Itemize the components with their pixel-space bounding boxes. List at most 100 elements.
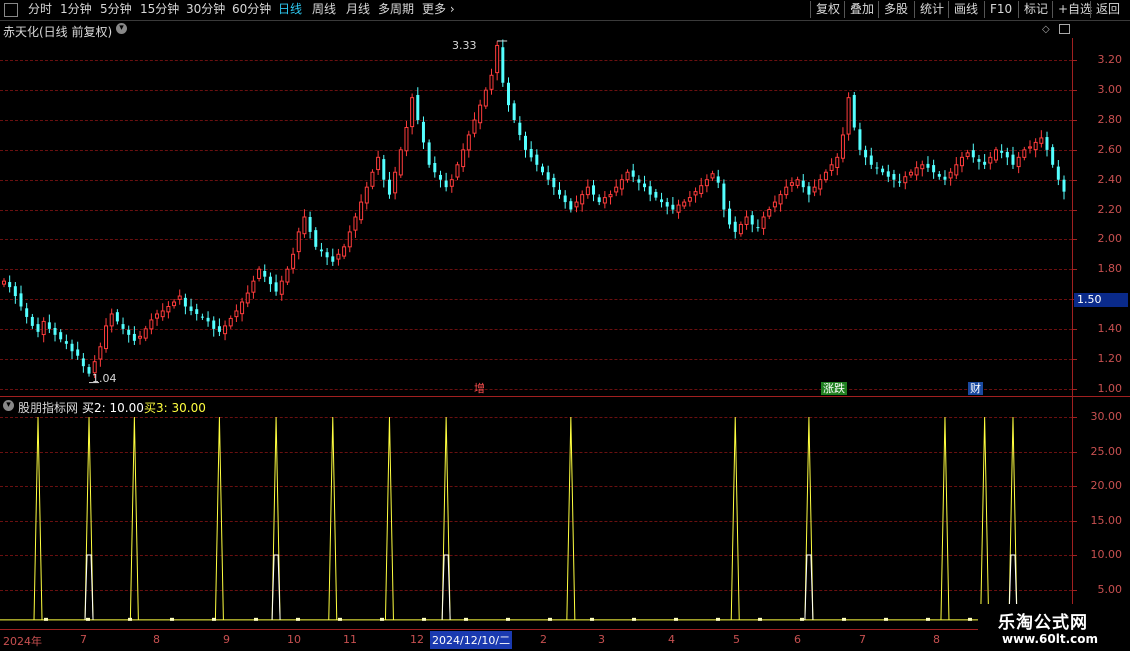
date-label: 7 (859, 633, 866, 646)
period-tab[interactable]: 60分钟 (232, 2, 271, 17)
candle-body (13, 286, 17, 297)
candle-body (625, 171, 630, 181)
back-button[interactable]: 返回 (1090, 1, 1125, 18)
period-tab[interactable]: 5分钟 (100, 2, 132, 17)
candle-body (738, 223, 743, 235)
candle-body (217, 326, 221, 332)
candlestick-chart[interactable] (0, 38, 1072, 396)
candle-body (546, 172, 550, 180)
event-marker[interactable]: 财 (968, 382, 983, 395)
candle-body (25, 308, 29, 317)
candle-body (558, 189, 562, 195)
candle-body (948, 171, 953, 179)
price-label: 3.00 (1097, 83, 1123, 97)
period-tab[interactable]: 月线 (346, 2, 370, 17)
overlay-button[interactable]: 叠加 (844, 1, 879, 18)
candle-body (1033, 141, 1038, 151)
period-tab-active[interactable]: 日线 (278, 2, 302, 17)
candle-body (70, 343, 74, 352)
period-tab[interactable]: 多周期 (378, 2, 414, 17)
candle-body (892, 174, 896, 180)
candle-body (2, 280, 6, 285)
baseline-dot (884, 617, 888, 621)
candle-body (875, 167, 879, 169)
candle-body (733, 221, 737, 232)
multi-stock-button[interactable]: 多股 (878, 1, 913, 18)
period-tab[interactable]: 周线 (312, 2, 336, 17)
baseline-dot (170, 617, 174, 621)
axis-tick (1072, 179, 1077, 181)
candle-body (81, 358, 85, 367)
baseline-dot (128, 617, 132, 621)
candle-body (784, 186, 789, 196)
candle-body (314, 230, 318, 247)
candle-body (268, 276, 272, 285)
candle-body (869, 155, 873, 165)
price-axis-line (1072, 38, 1073, 396)
low-price-label: 1.04 (92, 372, 117, 385)
candle-body (421, 121, 425, 143)
window-menu-icon[interactable] (4, 3, 18, 17)
baseline-dot (464, 617, 468, 621)
indicator-label: 15.00 (1090, 513, 1123, 527)
candle-body (30, 316, 34, 326)
candle-body (416, 94, 420, 121)
candle-body (812, 186, 817, 193)
date-label: 5 (733, 633, 740, 646)
candle-body (257, 268, 262, 279)
candle-body (410, 97, 415, 128)
baseline-dot (968, 617, 972, 621)
candle-body (331, 256, 335, 262)
candle-body (512, 103, 516, 121)
axis-tick (1072, 451, 1077, 453)
candle-body (932, 165, 936, 173)
chevron-down-icon[interactable]: ▾ (116, 23, 127, 34)
chevron-right-icon: › (446, 2, 455, 16)
candle-body (943, 176, 947, 180)
baseline-dot (422, 617, 426, 621)
panel-toggle-icon[interactable] (1059, 24, 1070, 34)
event-marker[interactable]: 增 (472, 382, 487, 395)
candle-body (767, 209, 772, 217)
candle-body (744, 216, 749, 225)
stats-button[interactable]: 统计 (914, 1, 949, 18)
price-label: 1.00 (1097, 381, 1123, 395)
candle-body (898, 181, 902, 183)
candle-body (19, 293, 23, 307)
f10-button[interactable]: F10 (984, 1, 1017, 18)
candle-body (461, 149, 466, 168)
candle-body (183, 297, 187, 307)
candle-body (523, 135, 527, 150)
mark-button[interactable]: 标记 (1018, 1, 1053, 18)
period-tab[interactable]: 30分钟 (186, 2, 225, 17)
period-tab[interactable]: 15分钟 (140, 2, 179, 17)
candle-body (569, 201, 573, 210)
candle-body (518, 122, 522, 135)
draw-button[interactable]: 画线 (948, 1, 983, 18)
buy3-spike (940, 416, 950, 620)
fuquan-button[interactable]: 复权 (810, 1, 845, 18)
price-label: 2.40 (1097, 172, 1123, 186)
candle-body (858, 129, 862, 150)
candle-body (376, 156, 381, 171)
period-tab[interactable]: 分时 (28, 2, 52, 17)
event-marker[interactable]: 涨跌 (821, 382, 847, 395)
buy3-spike (980, 416, 990, 620)
candle-body (693, 191, 698, 196)
period-tab[interactable]: 1分钟 (60, 2, 92, 17)
candle-body (76, 349, 80, 356)
date-label: 8 (153, 633, 160, 646)
baseline-dot (674, 617, 678, 621)
candle-body (829, 164, 834, 171)
candle-body (206, 317, 210, 322)
diamond-icon[interactable]: ◇ (1042, 24, 1050, 35)
candle-body (1062, 179, 1066, 192)
axis-tick (1072, 417, 1077, 418)
more-menu[interactable]: 更多 › (422, 2, 455, 17)
candle-body (529, 148, 533, 158)
candle-body (59, 332, 63, 340)
candle-body (444, 180, 448, 188)
indicator-chart[interactable] (0, 397, 1072, 629)
candle-body (671, 204, 675, 210)
candle-body (971, 150, 975, 158)
